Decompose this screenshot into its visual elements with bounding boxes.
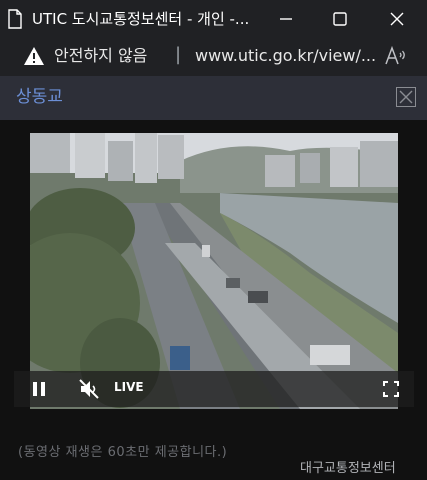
- maximize-icon[interactable]: [329, 8, 351, 30]
- pause-icon[interactable]: [31, 380, 47, 402]
- fullscreen-icon[interactable]: [383, 381, 399, 401]
- warning-triangle-icon[interactable]: [23, 46, 45, 66]
- close-icon[interactable]: [386, 8, 408, 30]
- minimize-icon[interactable]: [275, 8, 297, 30]
- player-controls: [14, 371, 414, 407]
- security-status-text[interactable]: 안전하지 않음: [54, 46, 147, 66]
- panel-title: 상동교: [16, 87, 63, 107]
- read-aloud-icon[interactable]: [384, 45, 408, 67]
- window-title: UTIC 도시교통정보센터 - 개인 -...: [32, 10, 250, 28]
- address-separator: |: [175, 44, 182, 65]
- provider-credit: 대구교통정보센터: [300, 461, 396, 476]
- video-frame-image: [30, 133, 398, 409]
- playback-notice: (동영상 재생은 60초만 제공합니다.): [18, 445, 228, 460]
- mute-icon[interactable]: [78, 378, 102, 404]
- url-text[interactable]: www.utic.go.kr/view/...: [195, 46, 376, 66]
- close-icon: [399, 90, 413, 104]
- document-icon: [7, 9, 23, 29]
- live-label: LIVE: [114, 380, 144, 394]
- cctv-video[interactable]: [30, 133, 398, 409]
- panel-header: [0, 76, 427, 120]
- panel-close-button[interactable]: [396, 87, 416, 107]
- window-titlebar: UTIC 도시교통정보센터 - 개인 -...: [0, 0, 427, 40]
